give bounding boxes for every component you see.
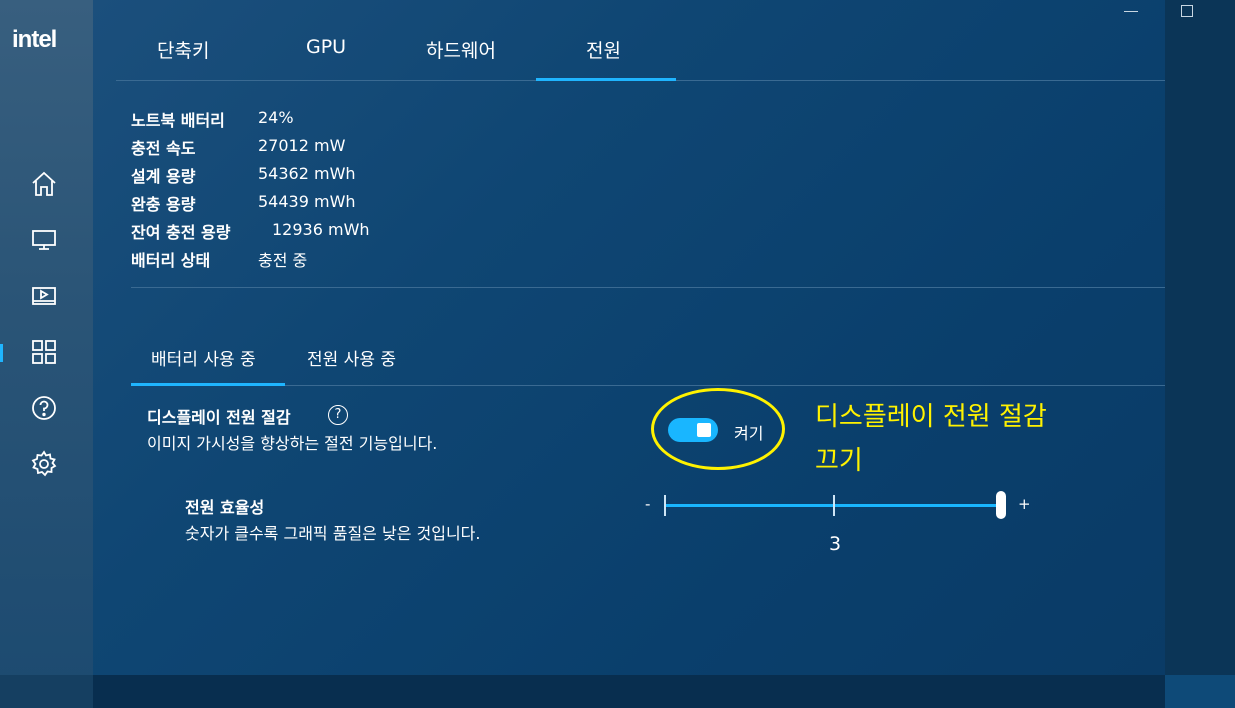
slider-min-label: - xyxy=(645,495,651,513)
home-icon[interactable] xyxy=(30,170,58,198)
info-value: 54439 mWh xyxy=(258,192,356,211)
bottom-bar xyxy=(93,675,1165,708)
active-tab-indicator xyxy=(536,78,676,81)
tab-gpu[interactable]: GPU xyxy=(306,36,346,58)
info-value: 54362 mWh xyxy=(258,164,356,183)
slider-max-label: + xyxy=(1018,495,1031,513)
display-power-saving-title: 디스플레이 전원 절감 xyxy=(147,408,291,427)
help-icon[interactable]: ? xyxy=(328,405,348,425)
info-label: 잔여 충전 용량 xyxy=(131,223,231,242)
slider-tick xyxy=(664,495,666,516)
intel-logo: intel xyxy=(12,26,57,53)
gear-icon[interactable] xyxy=(30,450,58,478)
monitor-icon[interactable] xyxy=(30,226,58,254)
highlight-ellipse xyxy=(651,388,785,470)
info-label: 완충 용량 xyxy=(131,195,196,214)
subtab-battery[interactable]: 배터리 사용 중 xyxy=(151,345,256,370)
bottom-right-bar xyxy=(1165,675,1235,708)
display-power-saving-description: 이미지 가시성을 향상하는 절전 기능입니다. xyxy=(147,434,438,453)
subtab-divider xyxy=(131,385,1165,386)
info-label: 설계 용량 xyxy=(131,167,196,186)
slider-value: 3 xyxy=(829,533,842,555)
info-value: 24% xyxy=(258,108,294,127)
info-value: 12936 mWh xyxy=(272,220,370,239)
active-subtab-indicator xyxy=(131,383,285,386)
help-circle-icon[interactable] xyxy=(30,394,58,422)
active-nav-indicator xyxy=(0,344,3,362)
power-efficiency-description: 숫자가 클수록 그래픽 품질은 낮은 것입니다. xyxy=(185,524,481,543)
info-label: 배터리 상태 xyxy=(131,251,211,270)
subtab-plugged-in[interactable]: 전원 사용 중 xyxy=(307,345,396,370)
grid-icon[interactable] xyxy=(30,338,58,366)
power-efficiency-title: 전원 효율성 xyxy=(185,498,265,517)
info-value: 27012 mW xyxy=(258,136,346,155)
section-divider xyxy=(131,287,1165,288)
sidebar: intel xyxy=(0,0,93,708)
tab-shortcuts[interactable]: 단축키 xyxy=(157,36,209,63)
maximize-button[interactable] xyxy=(1181,5,1193,17)
main-panel xyxy=(93,0,1165,675)
info-label: 충전 속도 xyxy=(131,139,196,158)
tab-power[interactable]: 전원 xyxy=(586,36,621,63)
info-value: 충전 중 xyxy=(258,251,308,270)
bottom-left-bar xyxy=(0,675,93,708)
video-icon[interactable] xyxy=(30,282,58,310)
minimize-button[interactable] xyxy=(1124,11,1138,12)
slider-tick xyxy=(833,495,835,516)
annotation-line2: 끄기 xyxy=(815,446,863,476)
info-label: 노트북 배터리 xyxy=(131,111,225,130)
right-panel xyxy=(1165,0,1235,675)
annotation-line1: 디스플레이 전원 절감 xyxy=(815,402,1047,432)
slider-thumb[interactable] xyxy=(996,491,1006,519)
tab-hardware[interactable]: 하드웨어 xyxy=(426,36,496,63)
